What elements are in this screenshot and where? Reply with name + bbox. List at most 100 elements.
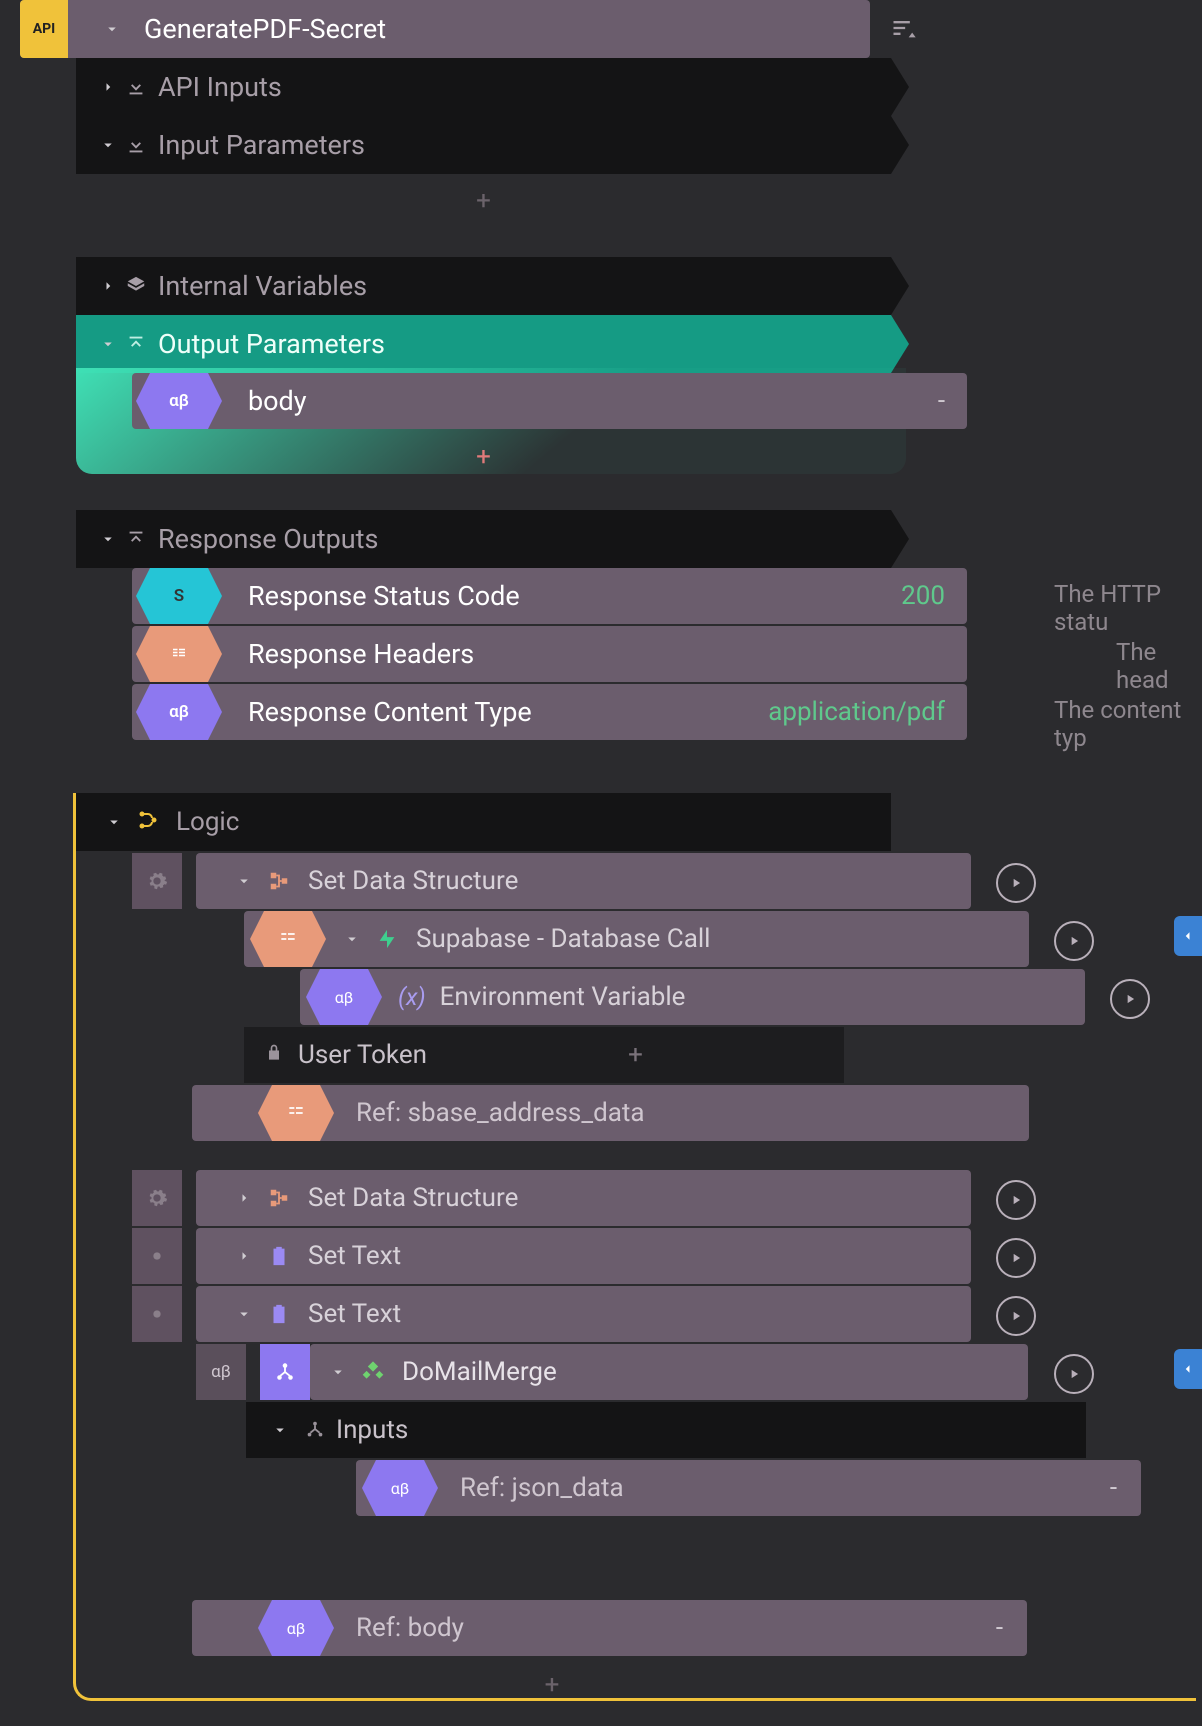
ref-json-data[interactable]: αβ Ref: json_data - [356,1460,1141,1516]
step-set-data-structure-2[interactable]: Set Data Structure [196,1170,971,1226]
ref-sbase-address[interactable]: Ref: sbase_address_data [192,1085,1029,1141]
section-inputs[interactable]: Inputs [246,1402,1086,1458]
type-tag-string-box: αβ [196,1344,246,1400]
clipboard-icon [264,1245,294,1267]
play-button[interactable] [1054,921,1094,961]
step-label: Set Data Structure [308,866,518,896]
step-label: Environment Variable [440,982,686,1012]
chevron-right-icon [94,78,122,96]
section-api-inputs[interactable]: API Inputs [76,58,891,116]
response-content-type-row[interactable]: αβ Response Content Type application/pdf [132,684,967,740]
step-label: Set Text [308,1241,401,1271]
section-label: Logic [168,807,239,837]
chevron-down-icon [266,1421,294,1439]
hint-ctype: The content typ [1054,696,1202,752]
response-headers-label: Response Headers [248,638,967,670]
download-icon [122,134,150,156]
play-button[interactable] [996,1296,1036,1336]
chevron-right-icon [230,1247,258,1265]
step-set-data-structure[interactable]: Set Data Structure [196,853,971,909]
type-tag-string-icon: αβ [150,684,208,740]
upload-icon [122,528,150,550]
add-logic-step[interactable]: + [192,1660,912,1710]
branch-icon [136,808,160,836]
play-button[interactable] [1054,1354,1094,1394]
step-label: Supabase - Database Call [416,924,711,954]
ref-value: - [1110,1473,1117,1503]
api-badge: API [20,0,68,58]
section-label: Internal Variables [150,270,367,302]
section-label: Response Outputs [150,523,378,555]
chevron-down-icon[interactable] [98,20,126,38]
type-tag-object-icon [272,1085,320,1141]
response-ctype-label: Response Content Type [248,696,768,728]
download-icon [122,76,150,98]
gear-icon[interactable] [132,1170,182,1226]
section-label: Inputs [336,1415,408,1445]
chevron-down-icon [338,930,366,948]
side-arrow-button[interactable] [1174,1349,1202,1389]
gear-icon[interactable] [132,1228,182,1284]
node-type-icon [260,1344,310,1400]
hint-headers: The head [1116,638,1202,694]
type-tag-string-icon: αβ [320,969,368,1025]
section-logic[interactable]: Logic [76,793,891,851]
step-set-text-2[interactable]: Set Text [196,1286,971,1342]
chevron-down-icon [230,1305,258,1323]
ref-body[interactable]: αβ Ref: body - [192,1600,1027,1656]
type-tag-string-icon: αβ [376,1460,424,1516]
side-arrow-button[interactable] [1174,916,1202,956]
diamond-icon [358,1361,388,1383]
section-response-outputs[interactable]: Response Outputs [76,510,891,568]
gear-icon[interactable] [132,853,182,909]
add-output-param[interactable]: + [76,432,891,482]
step-label: Set Data Structure [308,1183,518,1213]
chevron-down-icon [94,530,122,548]
response-ctype-value: application/pdf [768,697,945,727]
play-button[interactable] [996,1180,1036,1220]
type-tag-string-icon: αβ [272,1600,320,1656]
section-label: Input Parameters [150,129,365,161]
user-token-row[interactable]: User Token + [244,1027,844,1083]
response-status-value: 200 [901,581,945,611]
sort-icon[interactable] [890,14,918,46]
param-name: body [248,385,938,417]
api-header-row[interactable]: API GeneratePDF-Secret [20,0,870,58]
section-internal-variables[interactable]: Internal Variables [76,257,891,315]
chevron-down-icon [100,813,128,831]
add-input-param[interactable]: + [76,176,891,226]
type-tag-headers-icon [150,626,208,682]
lock-icon [264,1043,284,1067]
response-headers-row[interactable]: Response Headers [132,626,967,682]
chevron-right-icon [94,277,122,295]
chevron-down-icon [94,136,122,154]
upload-icon [122,333,150,355]
clipboard-icon [264,1303,294,1325]
ref-label: Ref: sbase_address_data [356,1098,1029,1128]
step-env-variable[interactable]: αβ (x) Environment Variable [300,969,1085,1025]
play-button[interactable] [1110,979,1150,1019]
step-label: DoMailMerge [402,1357,557,1387]
section-output-parameters[interactable]: Output Parameters [76,315,891,373]
section-input-parameters[interactable]: Input Parameters [76,116,891,174]
step-set-text-1[interactable]: Set Text [196,1228,971,1284]
play-button[interactable] [996,1238,1036,1278]
step-supabase-call[interactable]: Supabase - Database Call [244,911,1029,967]
step-domailmerge[interactable]: DoMailMerge [310,1344,1028,1400]
response-status-label: Response Status Code [248,580,901,612]
layers-icon [122,275,150,297]
gear-icon[interactable] [132,1286,182,1342]
param-value: - [938,386,945,416]
chevron-down-icon [230,872,258,890]
response-status-row[interactable]: S Response Status Code 200 [132,568,967,624]
type-tag-string-icon: αβ [150,373,208,429]
user-token-label: User Token [298,1040,427,1070]
hint-status: The HTTP statu [1054,580,1202,636]
step-label: Set Text [308,1299,401,1329]
add-placeholder[interactable]: + [427,1040,844,1070]
play-button[interactable] [996,863,1036,903]
type-tag-object-icon [264,911,312,967]
structure-icon [264,870,294,892]
ref-value: - [996,1613,1003,1643]
output-param-body[interactable]: αβ body - [132,373,967,429]
